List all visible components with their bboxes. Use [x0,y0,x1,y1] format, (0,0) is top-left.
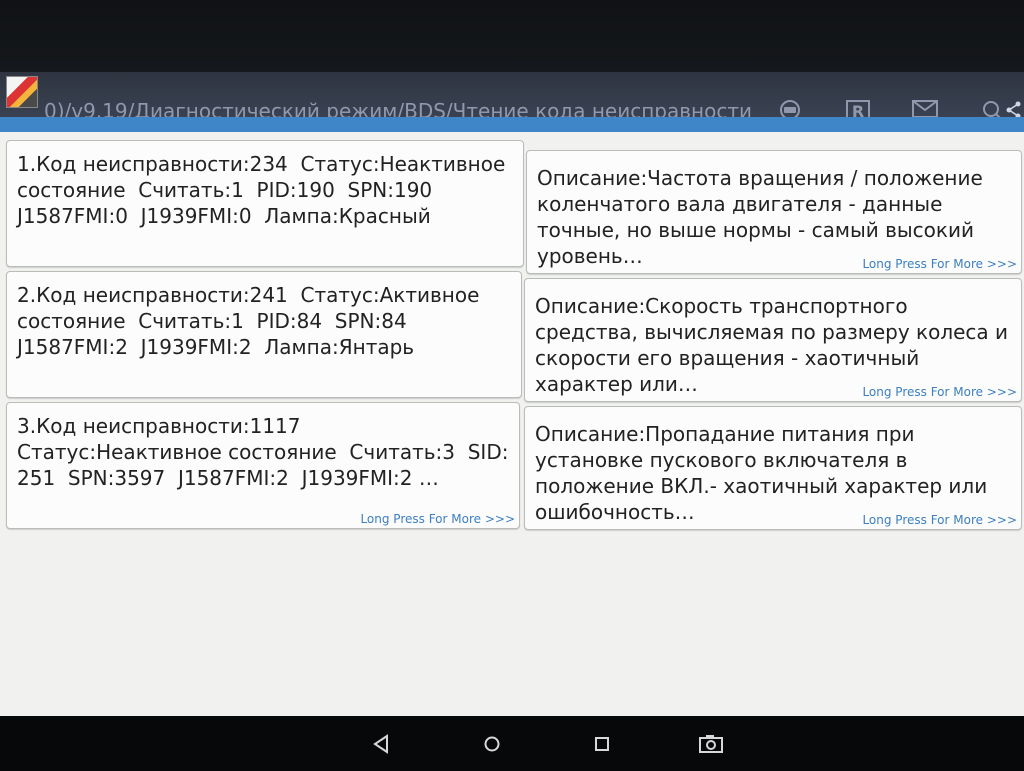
fault-code-card[interactable]: 3.Код неисправности:1117 Статус:Неактивн… [6,402,520,529]
fault-code-text: 1.Код неисправности:234 Статус:Неактивно… [17,152,512,228]
app-screen: 0)/v9.19/Диагностический режим/BDS/Чтени… [0,72,1024,716]
app-icon[interactable] [6,76,38,108]
screenshot-icon-graphic [699,735,723,753]
device-bezel [0,0,1024,72]
home-icon[interactable] [477,733,507,759]
long-press-more-link[interactable]: Long Press For More >>> [862,513,1017,527]
fault-code-card[interactable]: 1.Код неисправности:234 Статус:Неактивно… [6,140,524,267]
accent-strip [0,117,1024,132]
fault-description-text: Описание:Пропадание питания при установк… [535,422,994,524]
long-press-more-link[interactable]: Long Press For More >>> [862,257,1017,271]
back-icon-graphic [373,734,388,754]
fault-code-card[interactable]: 2.Код неисправности:241 Статус:Активное … [6,271,522,398]
fault-description-text: Описание:Скорость транспортного средства… [535,294,1015,396]
recents-icon-graphic [595,737,609,751]
long-press-more-link[interactable]: Long Press For More >>> [862,385,1017,399]
screenshot-icon[interactable] [696,733,726,759]
fault-description-card[interactable]: Описание:Пропадание питания при установк… [524,406,1022,530]
fault-code-text: 3.Код неисправности:1117 Статус:Неактивн… [17,414,509,490]
recents-icon[interactable] [587,733,617,759]
home-icon-graphic [484,736,500,752]
android-navigation-bar [0,716,1024,771]
title-bar: 0)/v9.19/Диагностический режим/BDS/Чтени… [0,72,1024,124]
fault-description-card[interactable]: Описание:Частота вращения / положение ко… [526,150,1022,274]
fault-description-text: Описание:Частота вращения / положение ко… [537,166,990,268]
back-icon[interactable] [366,733,396,759]
fault-description-card[interactable]: Описание:Скорость транспортного средства… [524,278,1022,402]
long-press-more-link[interactable]: Long Press For More >>> [360,512,515,526]
fault-code-text: 2.Код неисправности:241 Статус:Активное … [17,283,486,359]
